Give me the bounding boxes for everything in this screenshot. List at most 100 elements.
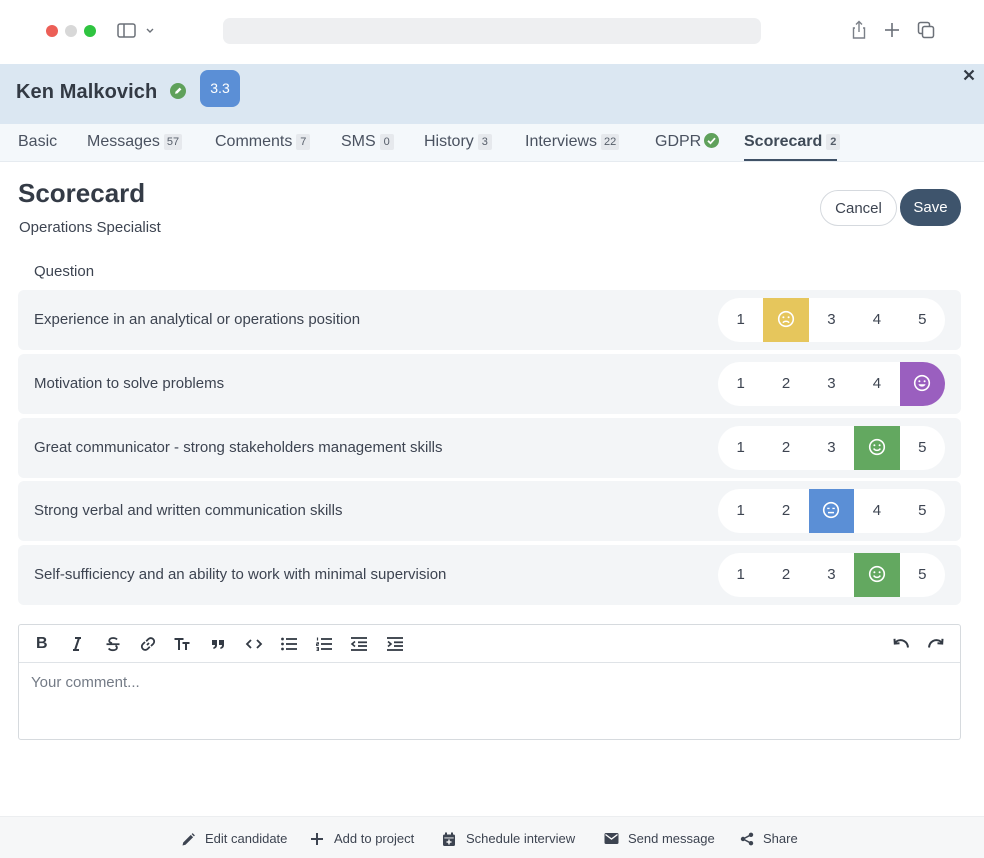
- rating-option-selected[interactable]: [854, 426, 900, 470]
- smile-face-icon: [868, 438, 885, 456]
- edit-candidate-label: Edit candidate: [205, 831, 288, 846]
- rating-option-5[interactable]: 5: [900, 426, 945, 470]
- link-icon[interactable]: [139, 635, 157, 653]
- neutral-face-icon: [823, 501, 840, 519]
- rating-option-3[interactable]: 3: [809, 362, 854, 406]
- comment-input[interactable]: [19, 663, 960, 739]
- save-button[interactable]: Save: [900, 189, 961, 226]
- add-to-project-label: Add to project: [334, 831, 415, 846]
- comment-editor: B: [18, 624, 961, 740]
- bullet-list-icon[interactable]: [280, 635, 298, 653]
- rating-option-3[interactable]: 3: [809, 426, 854, 470]
- rating-option-2[interactable]: 2: [763, 426, 808, 470]
- tab-history[interactable]: History 3: [424, 133, 492, 151]
- rating-option-1[interactable]: 1: [718, 362, 763, 406]
- schedule-interview-label: Schedule interview: [466, 831, 576, 846]
- plus-icon: [311, 833, 323, 845]
- indent-icon[interactable]: [386, 635, 404, 653]
- cancel-button[interactable]: Cancel: [820, 190, 897, 226]
- rating-option-1[interactable]: 1: [718, 298, 763, 342]
- envelope-icon: [604, 833, 619, 844]
- rating-option-1[interactable]: 1: [718, 489, 763, 533]
- undo-icon[interactable]: [892, 635, 910, 653]
- scorecard-question-row: Great communicator - strong stakeholders…: [18, 418, 961, 478]
- verified-icon: [170, 83, 186, 99]
- share-button[interactable]: Share: [740, 830, 802, 848]
- rating-option-selected[interactable]: [808, 489, 855, 533]
- editor-toolbar: B: [19, 625, 960, 663]
- minimize-window-button[interactable]: [65, 25, 77, 37]
- rating-scale: 1 345: [718, 298, 945, 342]
- tab-sms[interactable]: SMS 0: [341, 133, 394, 151]
- tab-overview-icon[interactable]: [915, 19, 937, 41]
- sidebar-toggle-icon[interactable]: [116, 21, 160, 41]
- rating-option-4[interactable]: 4: [854, 489, 899, 533]
- new-tab-icon[interactable]: [881, 19, 903, 41]
- pencil-icon: [182, 833, 195, 846]
- strikethrough-icon[interactable]: [104, 635, 122, 653]
- sad-face-icon: [777, 310, 795, 328]
- address-bar[interactable]: [223, 18, 761, 44]
- smile-face-icon: [868, 565, 885, 583]
- rating-option-2[interactable]: 2: [763, 362, 808, 406]
- rating-option-5[interactable]: 5: [900, 489, 945, 533]
- zoom-window-button[interactable]: [84, 25, 96, 37]
- tab-comments[interactable]: Comments 7: [215, 133, 311, 151]
- rating-scale: 123 5: [718, 426, 945, 470]
- edit-candidate-button[interactable]: Edit candidate: [181, 830, 291, 848]
- rating-option-5[interactable]: 5: [900, 298, 945, 342]
- page-title: Scorecard: [18, 178, 146, 208]
- tab-basic[interactable]: Basic: [18, 133, 57, 151]
- candidate-tabs: Basic Messages 57 Comments 7 SMS 0 History 3…: [0, 124, 984, 162]
- gdpr-check-icon: [704, 133, 720, 148]
- question-text: Experience in an analytical or operation…: [34, 311, 361, 328]
- tab-messages[interactable]: Messages 57: [87, 133, 183, 151]
- numbered-list-icon[interactable]: [315, 635, 333, 653]
- tab-count: 7: [296, 134, 311, 150]
- rating-option-4[interactable]: 4: [854, 298, 899, 342]
- close-icon[interactable]: [962, 68, 976, 82]
- question-text: Self-sufficiency and an ability to work …: [34, 566, 447, 583]
- redo-icon[interactable]: [927, 635, 945, 653]
- tab-interviews[interactable]: Interviews 22: [525, 133, 620, 151]
- rating-option-1[interactable]: 1: [718, 426, 763, 470]
- share-sheet-icon[interactable]: [848, 19, 870, 41]
- active-tab-indicator: [744, 159, 837, 161]
- rating-option-selected[interactable]: [854, 553, 900, 597]
- rating-option-2[interactable]: 2: [763, 489, 808, 533]
- rating-scale: 1234: [718, 362, 945, 406]
- code-icon[interactable]: [245, 635, 263, 653]
- close-window-button[interactable]: [46, 25, 58, 37]
- tab-count: 0: [379, 134, 394, 150]
- scorecard-question-row: Self-sufficiency and an ability to work …: [18, 545, 961, 605]
- rating-option-2[interactable]: 2: [763, 553, 808, 597]
- quote-icon[interactable]: [209, 635, 227, 653]
- question-text: Motivation to solve problems: [34, 375, 225, 392]
- rating-scale: 12 45: [718, 489, 945, 533]
- job-title: Operations Specialist: [19, 219, 161, 236]
- outdent-icon[interactable]: [350, 635, 368, 653]
- question-text: Great communicator - strong stakeholders…: [34, 439, 443, 456]
- rating-option-3[interactable]: 3: [809, 298, 854, 342]
- tab-count: 22: [601, 134, 620, 150]
- schedule-interview-button[interactable]: Schedule interview: [442, 830, 584, 848]
- share-icon: [740, 832, 754, 846]
- bold-icon[interactable]: B: [36, 634, 48, 654]
- rating-option-1[interactable]: 1: [718, 553, 763, 597]
- rating-option-5[interactable]: 5: [900, 553, 945, 597]
- add-to-project-button[interactable]: Add to project: [310, 830, 422, 848]
- calendar-icon: [443, 832, 455, 846]
- tab-gdpr[interactable]: GDPR: [655, 133, 720, 151]
- tab-scorecard[interactable]: Scorecard 2: [744, 133, 841, 151]
- send-message-label: Send message: [628, 831, 715, 846]
- rating-option-3[interactable]: 3: [809, 553, 854, 597]
- question-text: Strong verbal and written communication …: [34, 502, 343, 519]
- rating-option-selected[interactable]: [763, 298, 809, 342]
- send-message-button[interactable]: Send message: [604, 830, 720, 848]
- rating-option-4[interactable]: 4: [854, 362, 899, 406]
- rating-option-selected[interactable]: [899, 362, 945, 406]
- browser-chrome: [0, 0, 984, 64]
- heading-icon[interactable]: [173, 635, 191, 653]
- italic-icon[interactable]: [68, 635, 86, 653]
- candidate-header: Ken Malkovich 3.3: [0, 64, 984, 124]
